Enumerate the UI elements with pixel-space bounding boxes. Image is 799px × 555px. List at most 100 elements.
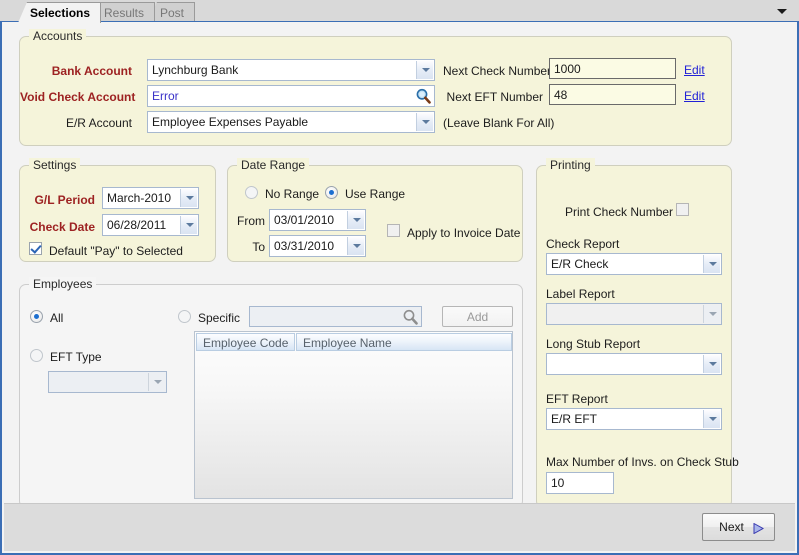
employees-all-label: All [50,311,64,325]
tab-overflow-menu-button[interactable] [771,0,793,22]
gl-period-value: March-2010 [107,191,172,205]
next-check-number-value: 1000 [554,62,581,76]
next-eft-number-input[interactable]: 48 [549,84,676,105]
column-header-employee-name[interactable]: Employee Name [296,333,512,351]
void-check-account-input[interactable]: Error [147,85,435,107]
next-check-number-label: Next Check Number [443,64,552,78]
check-report-label: Check Report [546,237,620,251]
bank-account-select[interactable]: Lynchburg Bank [147,59,435,81]
add-button-label: Add [466,310,489,324]
next-check-number-input[interactable]: 1000 [549,58,676,79]
default-pay-label: Default "Pay" to Selected [49,244,183,258]
settings-group-legend: Settings [29,158,81,172]
next-button-label: Next [719,520,744,534]
er-account-value: Employee Expenses Payable [152,115,309,129]
max-invs-input[interactable]: 10 [546,472,614,494]
max-invs-label: Max Number of Invs. on Check Stub [546,455,739,469]
bank-account-value: Lynchburg Bank [152,63,239,77]
void-check-account-label: Void Check Account [20,90,136,104]
eft-report-label: EFT Report [546,392,608,406]
to-date-value: 03/31/2010 [274,239,335,253]
employees-group-legend: Employees [29,277,97,291]
label-report-select[interactable] [546,303,722,325]
next-eft-number-label: Next EFT Number [446,90,543,104]
no-range-label: No Range [265,187,320,201]
footer-bar: Next [4,503,795,551]
check-date-value: 06/28/2011 [107,218,167,232]
chevron-down-icon[interactable] [347,237,364,255]
next-button[interactable]: Next [702,513,775,541]
er-account-label: E/R Account [65,116,132,130]
eft-type-select[interactable] [48,371,167,393]
next-eft-number-value: 48 [554,88,568,102]
magnifier-icon[interactable] [413,87,433,105]
chevron-down-icon[interactable] [703,255,720,273]
to-label: To [252,240,265,254]
to-date-input[interactable]: 03/31/2010 [269,235,366,257]
tab-label: Results [104,6,145,20]
apply-invoice-date-label: Apply to Invoice Date [407,226,521,240]
employees-all-radio[interactable] [30,310,43,323]
long-stub-report-select[interactable] [546,353,722,375]
date-range-group: Date Range No Range Use Range From 03/01… [227,158,523,262]
use-range-radio[interactable] [325,186,338,199]
settings-group: Settings G/L Period March-2010 Check Dat… [19,158,216,262]
leave-blank-hint: (Leave Blank For All) [443,116,555,130]
printing-group-legend: Printing [546,158,595,172]
chevron-down-icon[interactable] [703,305,720,323]
tab-post[interactable]: Post [148,2,196,22]
apply-invoice-date-checkbox[interactable] [387,224,400,237]
employees-specific-label: Specific [198,311,241,325]
play-triangle-icon [753,523,764,534]
from-label: From [237,214,265,228]
label-report-label: Label Report [546,287,615,301]
void-check-account-value: Error [152,89,179,103]
eft-report-select[interactable]: E/R EFT [546,408,722,430]
magnifier-icon[interactable] [400,308,420,325]
tab-selections[interactable]: Selections [18,2,102,23]
default-pay-checkbox[interactable] [29,242,42,255]
accounts-group-legend: Accounts [29,29,87,43]
check-report-select[interactable]: E/R Check [546,253,722,275]
bank-account-label: Bank Account [51,64,132,78]
use-range-label: Use Range [345,187,406,201]
check-date-label: Check Date [29,220,95,234]
from-date-value: 03/01/2010 [274,213,335,227]
check-date-input[interactable]: 06/28/2011 [102,214,199,236]
selections-page: Accounts Bank Account Lynchburg Bank Voi… [0,21,799,555]
employees-eft-type-radio[interactable] [30,349,43,362]
chevron-down-icon[interactable] [416,113,433,131]
printing-group: Printing Print Check Number Check Report… [536,158,739,508]
long-stub-report-label: Long Stub Report [546,337,641,351]
next-eft-number-edit-link[interactable]: Edit [684,89,705,103]
chevron-down-icon[interactable] [148,373,165,391]
print-check-number-checkbox[interactable] [676,203,689,216]
employees-group: Employees All EFT Type Specific Add Empl… [19,277,523,508]
employees-specific-radio[interactable] [178,310,191,323]
column-header-employee-code[interactable]: Employee Code [196,333,295,351]
next-check-number-edit-link[interactable]: Edit [684,63,705,77]
chevron-down-icon[interactable] [347,211,364,229]
from-date-input[interactable]: 03/01/2010 [269,209,366,231]
eft-report-value: E/R EFT [551,412,598,426]
chevron-down-icon[interactable] [703,410,720,428]
print-check-number-label: Print Check Number [565,205,674,219]
add-employee-button[interactable]: Add [442,306,513,327]
tab-results[interactable]: Results [92,2,156,22]
er-account-select[interactable]: Employee Expenses Payable [147,111,435,133]
chevron-down-icon[interactable] [416,61,433,79]
check-report-value: E/R Check [551,257,609,271]
chevron-down-icon[interactable] [180,189,197,207]
employees-eft-type-label: EFT Type [50,350,102,364]
chevron-down-icon[interactable] [703,355,720,373]
date-range-group-legend: Date Range [237,158,310,172]
tab-strip: Post Results Selections [0,0,799,23]
no-range-radio[interactable] [245,186,258,199]
employees-grid[interactable]: Employee Code Employee Name [194,331,513,499]
specific-employee-input[interactable] [249,306,422,327]
chevron-down-icon[interactable] [180,216,197,234]
tab-label: Selections [30,6,91,20]
gl-period-select[interactable]: March-2010 [102,187,199,209]
max-invs-value: 10 [551,476,565,490]
gl-period-label: G/L Period [34,193,95,207]
